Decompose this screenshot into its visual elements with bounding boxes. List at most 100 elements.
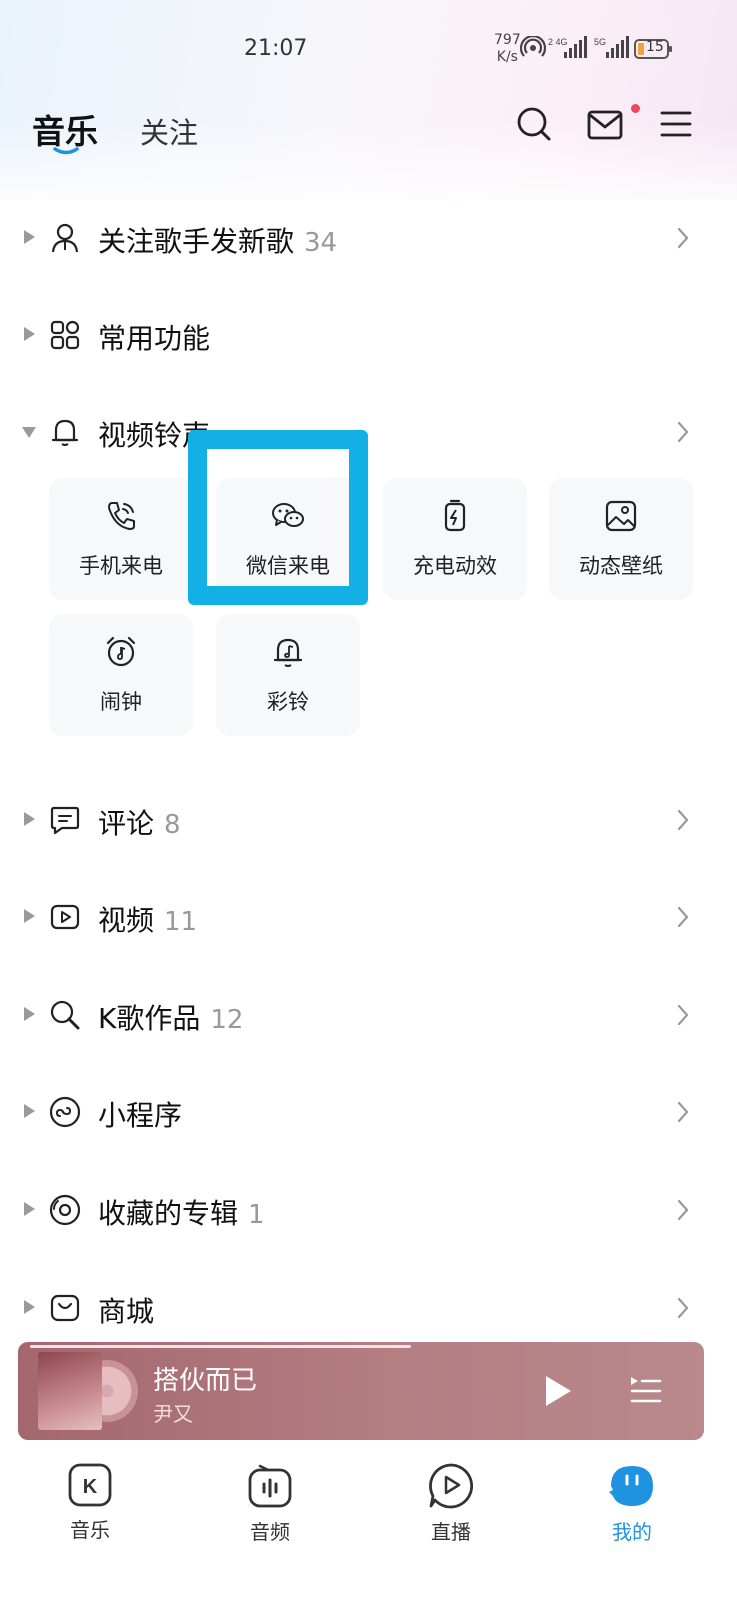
unread-dot — [631, 104, 640, 113]
row-count: 34 — [304, 228, 338, 258]
mini-program-icon — [49, 1096, 81, 1128]
row-title: 收藏的专辑 1 — [98, 1192, 265, 1232]
tile-label: 手机来电 — [79, 554, 163, 578]
shopping-bag-icon — [50, 1294, 80, 1322]
chevron-right-icon[interactable] — [676, 808, 690, 832]
chevron-right-icon[interactable] — [676, 1003, 690, 1027]
svg-text:5G: 5G — [594, 37, 606, 47]
chevron-right-icon[interactable] — [676, 420, 690, 444]
singer-icon — [51, 223, 79, 253]
expand-triangle-icon[interactable] — [24, 1300, 35, 1314]
row-title: K歌作品 12 — [98, 997, 243, 1037]
svg-text:K: K — [83, 1476, 98, 1498]
image-icon — [605, 500, 637, 532]
tile-color-ringtone[interactable]: 彩铃 — [216, 614, 360, 736]
audio-radio-icon — [248, 1464, 292, 1508]
row-label: 收藏的专辑 — [98, 1197, 239, 1230]
nav-label: 我的 — [612, 1520, 652, 1544]
playback-progress[interactable] — [30, 1345, 411, 1348]
row-label: 关注歌手发新歌 — [98, 225, 295, 258]
comment-icon — [50, 806, 80, 835]
row-mall[interactable]: 商城 — [0, 1278, 737, 1338]
expand-triangle-icon[interactable] — [24, 909, 35, 923]
mail-icon[interactable] — [587, 110, 623, 140]
tile-label: 彩铃 — [267, 690, 309, 714]
row-label: 视频 — [98, 904, 155, 937]
nav-live[interactable]: 直播 — [391, 1462, 511, 1545]
artist-name: 尹又 — [153, 1402, 193, 1426]
bell-music-icon — [273, 638, 303, 667]
expand-triangle-icon[interactable] — [24, 327, 35, 341]
row-title: 关注歌手发新歌 34 — [98, 220, 337, 260]
nav-audio[interactable]: 音频 — [210, 1462, 330, 1545]
grid-apps-icon — [50, 320, 80, 350]
album-cover[interactable] — [38, 1352, 102, 1430]
row-label: 常用功能 — [98, 322, 211, 355]
tab-active-indicator — [53, 147, 79, 155]
svg-text:2 4G: 2 4G — [548, 37, 568, 47]
row-label: 商城 — [98, 1295, 155, 1328]
row-video-ringtone[interactable]: 视频铃声 — [0, 402, 737, 462]
highlight-box — [188, 430, 368, 605]
row-title: 视频 11 — [98, 899, 197, 939]
expand-triangle-icon[interactable] — [24, 1007, 35, 1021]
hotspot-icon — [520, 36, 546, 57]
nav-label: 音频 — [250, 1520, 290, 1544]
expand-triangle-icon[interactable] — [24, 230, 35, 244]
bell-icon — [51, 419, 79, 447]
menu-icon[interactable] — [660, 110, 692, 138]
phone-call-icon — [108, 502, 135, 530]
row-count: 8 — [164, 810, 181, 840]
chevron-right-icon[interactable] — [676, 1198, 690, 1222]
signal-5g-icon: 5G — [594, 36, 629, 58]
play-icon[interactable] — [543, 1374, 573, 1408]
music-k-icon: K — [68, 1463, 112, 1507]
row-mini-programs[interactable]: 小程序 — [0, 1082, 737, 1142]
video-play-icon — [50, 904, 80, 930]
tile-label: 闹钟 — [100, 690, 142, 714]
tile-alarm[interactable]: 闹钟 — [49, 614, 193, 736]
chevron-right-icon[interactable] — [676, 905, 690, 929]
row-common-functions[interactable]: 常用功能 — [0, 305, 737, 365]
nav-music[interactable]: K 音乐 — [30, 1462, 150, 1543]
tile-live-wallpaper[interactable]: 动态壁纸 — [549, 478, 693, 600]
nav-mine[interactable]: 我的 — [572, 1462, 692, 1545]
tile-label: 动态壁纸 — [579, 554, 663, 578]
nav-label: 音乐 — [70, 1518, 110, 1542]
collapse-triangle-icon[interactable] — [22, 427, 36, 438]
tab-follow[interactable]: 关注 — [140, 110, 198, 152]
row-label: K歌作品 — [98, 1002, 201, 1035]
row-albums[interactable]: 收藏的专辑 1 — [0, 1180, 737, 1240]
nav-label: 直播 — [431, 1520, 471, 1544]
chevron-right-icon[interactable] — [676, 226, 690, 250]
row-follow-singers[interactable]: 关注歌手发新歌 34 — [0, 208, 737, 268]
expand-triangle-icon[interactable] — [24, 1104, 35, 1118]
row-label: 评论 — [98, 807, 155, 840]
song-title: 搭伙而已 — [153, 1366, 258, 1396]
playlist-icon[interactable] — [630, 1376, 662, 1406]
row-comments[interactable]: 评论 8 — [0, 790, 737, 850]
row-karaoke[interactable]: K歌作品 12 — [0, 985, 737, 1045]
row-count: 1 — [248, 1200, 265, 1230]
row-title: 评论 8 — [98, 802, 181, 842]
network-speed: 797 K/s — [494, 32, 521, 65]
tile-charging-effect[interactable]: 充电动效 — [383, 478, 527, 600]
search-icon[interactable] — [516, 106, 552, 144]
expand-triangle-icon[interactable] — [24, 1202, 35, 1216]
live-play-icon — [429, 1463, 474, 1509]
header-fade — [0, 120, 737, 220]
status-time: 21:07 — [244, 36, 308, 61]
charging-battery-icon — [444, 499, 466, 532]
tile-phone-call[interactable]: 手机来电 — [49, 478, 193, 600]
alarm-clock-icon — [106, 636, 136, 667]
mine-avatar-icon — [609, 1466, 653, 1506]
row-videos[interactable]: 视频 11 — [0, 887, 737, 947]
chevron-right-icon[interactable] — [676, 1100, 690, 1124]
expand-triangle-icon[interactable] — [24, 812, 35, 826]
row-label: 小程序 — [98, 1099, 183, 1132]
karaoke-mic-icon — [50, 1000, 80, 1030]
chevron-right-icon[interactable] — [676, 1296, 690, 1320]
bottom-nav: K 音乐 音频 直播 我的 — [0, 1450, 737, 1600]
signal-4g-icon: 2 4G — [548, 36, 587, 58]
mini-player[interactable]: 搭伙而已 尹又 — [18, 1342, 704, 1440]
